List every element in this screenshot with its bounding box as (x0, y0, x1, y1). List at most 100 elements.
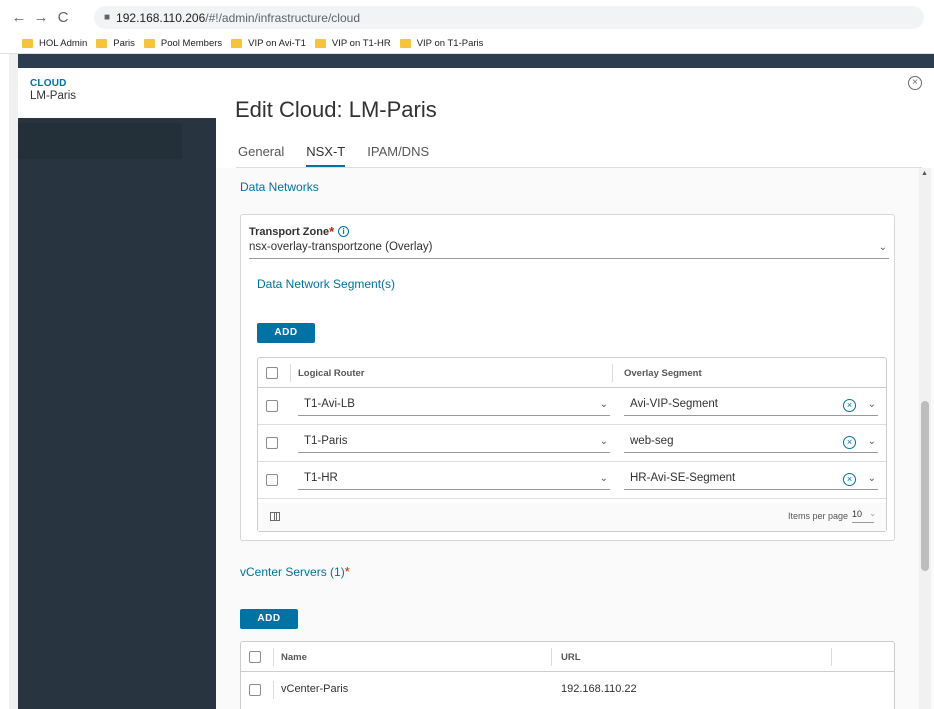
table-header: Logical Router Overlay Segment (258, 358, 886, 388)
column-header-router: Logical Router (298, 368, 365, 379)
chevron-down-icon: ⌄ (878, 242, 887, 253)
table-header: Name URL (241, 642, 894, 672)
vcenter-table: Name URL vCenter-Paris 192.168.110.22 (240, 641, 895, 709)
column-separator (612, 364, 613, 382)
sidebar-placeholder (18, 123, 182, 159)
items-per-page-select[interactable]: 10 ⌄ (852, 509, 876, 523)
app-header-strip (0, 54, 934, 68)
forward-arrow-icon[interactable]: → (30, 9, 52, 26)
vcenter-name: vCenter-Paris (281, 683, 349, 695)
segments-heading: Data Network Segment(s) (257, 277, 396, 291)
column-separator (273, 648, 274, 666)
select-all-checkbox[interactable] (249, 651, 261, 663)
tab-ipam-dns[interactable]: IPAM/DNS (367, 144, 429, 167)
bookmark-vip-avi-t1[interactable]: VIP on Avi-T1 (231, 38, 306, 49)
clear-icon[interactable]: × (843, 473, 856, 486)
bookmark-label: VIP on T1-Paris (416, 38, 484, 49)
tab-bar: General NSX-T IPAM/DNS (238, 144, 451, 167)
vcenter-heading-text: vCenter Servers (1) (240, 565, 345, 579)
chevron-down-icon: ⌄ (599, 436, 608, 447)
bookmark-paris[interactable]: Paris (96, 38, 135, 49)
tab-nsx-t[interactable]: NSX-T (306, 144, 346, 167)
chevron-down-icon: ⌄ (867, 399, 876, 410)
data-networks-heading: Data Networks (240, 180, 319, 194)
segment-value: web-seg (630, 435, 674, 447)
column-toggle-icon[interactable] (270, 512, 280, 521)
folder-icon (143, 39, 155, 48)
row-checkbox[interactable] (266, 474, 278, 486)
column-header-segment: Overlay Segment (624, 368, 702, 379)
scroll-up-icon[interactable]: ▲ (921, 170, 928, 177)
bookmark-hol-admin[interactable]: HOL Admin (22, 38, 87, 49)
column-separator (273, 681, 274, 699)
overlay-segment-select[interactable]: web-seg × ⌄ (624, 435, 878, 453)
data-networks-card: Transport Zone * i nsx-overlay-transportz… (240, 214, 895, 541)
back-arrow-icon[interactable]: ← (8, 9, 30, 26)
url-host: 192.168.110.206 (116, 10, 206, 25)
page-title: Edit Cloud: LM-Paris (235, 97, 437, 122)
required-marker: * (329, 224, 335, 239)
bookmarks-bar: HOL Admin Paris Pool Members VIP on Avi-… (0, 34, 934, 54)
chevron-down-icon: ⌄ (869, 509, 876, 518)
sidebar-card-name: LM-Paris (30, 90, 77, 102)
table-row: T1-HR ⌄ HR-Avi-SE-Segment × ⌄ (258, 462, 886, 499)
vcenter-url: 192.168.110.22 (561, 683, 637, 695)
router-value: T1-Paris (304, 435, 348, 447)
scroll-thumb[interactable] (921, 401, 929, 571)
tab-general[interactable]: General (238, 144, 284, 167)
modal-scrollbar[interactable]: ▲ (919, 168, 931, 709)
chevron-down-icon: ⌄ (867, 436, 876, 447)
logical-router-select[interactable]: T1-Avi-LB ⌄ (298, 398, 610, 416)
items-per-page-label: Items per page (787, 511, 848, 521)
sidebar (18, 68, 216, 709)
row-checkbox[interactable] (249, 684, 261, 696)
info-icon[interactable]: i (338, 226, 350, 237)
segments-table: Logical Router Overlay Segment T1-Avi-LB… (257, 357, 887, 532)
bookmark-vip-t1-paris[interactable]: VIP on T1-Paris (399, 38, 484, 49)
required-marker: * (344, 564, 350, 579)
overlay-segment-select[interactable]: Avi-VIP-Segment × ⌄ (624, 398, 878, 416)
url-path: /#!/admin/infrastructure/cloud (205, 10, 360, 25)
clear-icon[interactable]: × (843, 399, 856, 412)
bookmark-pool-members[interactable]: Pool Members (143, 38, 223, 49)
table-row: T1-Paris ⌄ web-seg × ⌄ (258, 425, 886, 462)
chevron-down-icon: ⌄ (599, 399, 608, 410)
logical-router-select[interactable]: T1-HR ⌄ (298, 472, 610, 490)
folder-icon (231, 39, 243, 48)
folder-icon (96, 39, 108, 48)
add-segment-button[interactable]: ADD (257, 323, 315, 343)
bookmark-vip-t1-hr[interactable]: VIP on T1-HR (314, 38, 391, 49)
close-icon[interactable]: × (908, 76, 922, 90)
column-separator (290, 364, 291, 382)
clear-icon[interactable]: × (843, 436, 856, 449)
transport-zone-label: Transport Zone * i (249, 224, 350, 239)
sidebar-card-kicker: CLOUD (30, 78, 67, 89)
row-checkbox[interactable] (266, 437, 278, 449)
edit-cloud-modal: × Edit Cloud: LM-Paris General NSX-T IPA… (216, 68, 934, 709)
segment-value: Avi-VIP-Segment (630, 398, 718, 410)
address-bar[interactable]: ■ 192.168.110.206/#!/admin/infrastructur… (94, 6, 924, 29)
segment-value: HR-Avi-SE-Segment (630, 472, 736, 484)
transport-zone-label-text: Transport Zone (249, 225, 330, 238)
transport-zone-select[interactable]: nsx-overlay-transportzone (Overlay) ⌄ (249, 241, 889, 259)
logical-router-select[interactable]: T1-Paris ⌄ (298, 435, 610, 453)
vcenter-heading: vCenter Servers (1)* (240, 564, 350, 579)
browser-toolbar: ← → C ■ 192.168.110.206/#!/admin/infrast… (0, 0, 934, 34)
transport-zone-value: nsx-overlay-transportzone (Overlay) (249, 241, 433, 253)
modal-scroll-area: Data Networks Transport Zone * i nsx-over… (216, 168, 934, 709)
row-checkbox[interactable] (266, 400, 278, 412)
overlay-segment-select[interactable]: HR-Avi-SE-Segment × ⌄ (624, 472, 878, 490)
sidebar-cloud-card[interactable]: CLOUD LM-Paris (18, 68, 216, 118)
bookmark-label: Paris (113, 38, 135, 49)
folder-icon (22, 39, 33, 48)
column-separator (831, 648, 832, 666)
bookmark-label: VIP on T1-HR (331, 38, 391, 49)
folder-icon (399, 39, 411, 48)
bookmark-label: Pool Members (160, 38, 223, 49)
add-vcenter-button[interactable]: ADD (240, 609, 298, 629)
table-footer: Items per page 10 ⌄ (258, 503, 886, 531)
app-left-gutter (9, 54, 18, 709)
select-all-checkbox[interactable] (266, 367, 278, 379)
reload-icon[interactable]: C (52, 9, 74, 26)
chevron-down-icon: ⌄ (599, 473, 608, 484)
